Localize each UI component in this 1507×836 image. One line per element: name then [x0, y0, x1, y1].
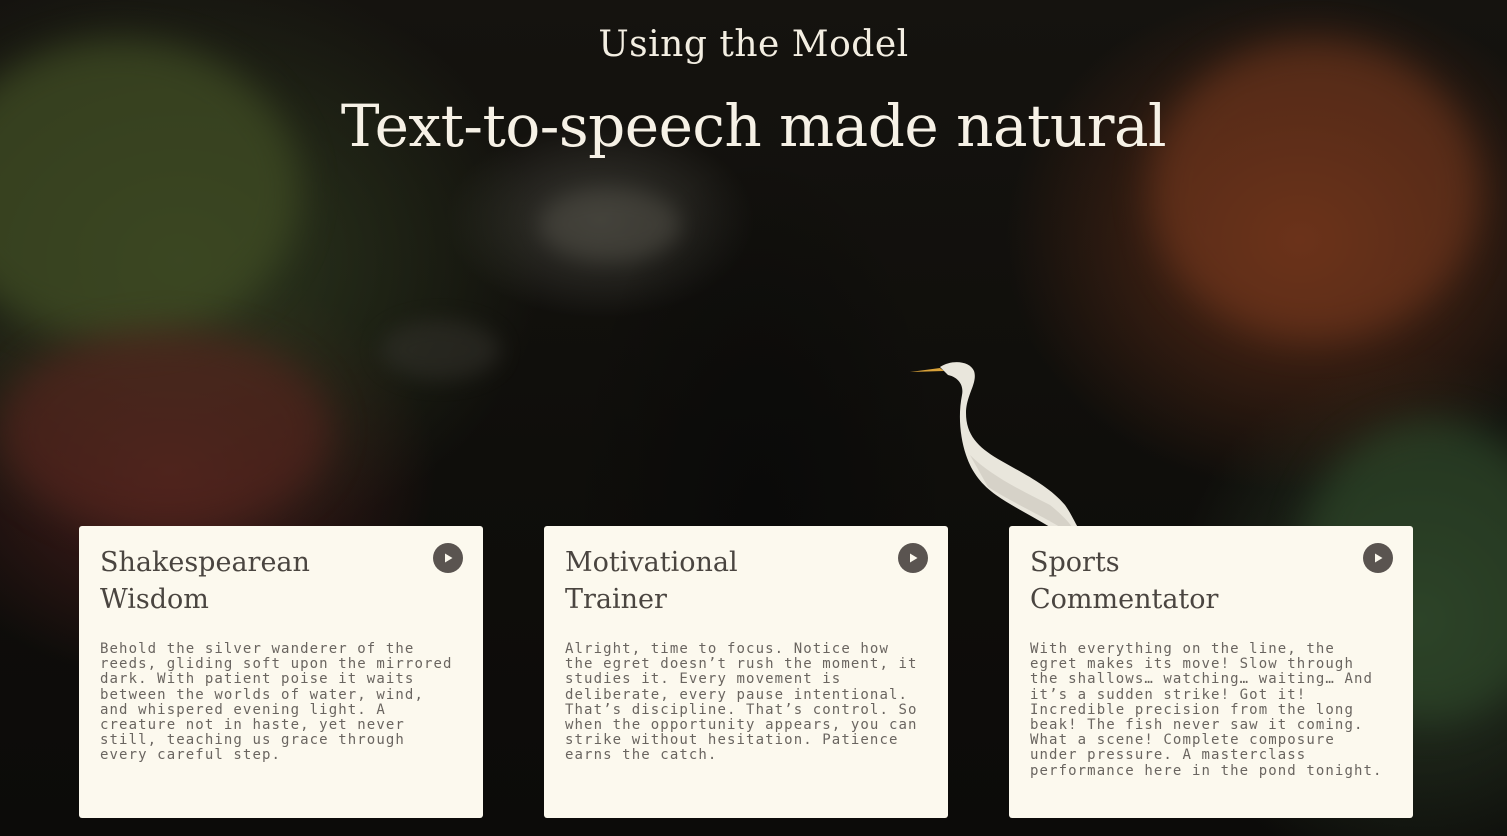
voice-card-sports: Sports Commentator With everything on th…	[1009, 526, 1413, 818]
play-button[interactable]	[898, 543, 928, 573]
foliage-decoration	[0, 330, 330, 530]
rock-decoration	[540, 190, 680, 260]
play-button[interactable]	[1363, 543, 1393, 573]
play-icon	[445, 553, 453, 563]
play-icon	[910, 553, 918, 563]
card-title: Motivational Trainer	[565, 547, 738, 615]
voice-card-shakespearean: Shakespearean Wisdom Behold the silver w…	[79, 526, 483, 818]
hero-section: Using the Model Text-to-speech made natu…	[0, 0, 1507, 836]
foliage-decoration	[0, 40, 300, 340]
foliage-decoration	[1150, 40, 1480, 340]
rock-decoration	[380, 320, 500, 380]
voice-card-motivational: Motivational Trainer Alright, time to fo…	[544, 526, 948, 818]
egret-illustration	[910, 362, 1078, 527]
card-title: Sports Commentator	[1030, 547, 1219, 615]
card-sample-text: Behold the silver wanderer of the reeds,…	[100, 641, 453, 764]
play-button[interactable]	[433, 543, 463, 573]
section-eyebrow: Using the Model	[598, 24, 909, 65]
card-title: Shakespearean Wisdom	[100, 547, 310, 615]
card-sample-text: With everything on the line, the egret m…	[1030, 641, 1383, 779]
play-icon	[1375, 553, 1383, 563]
card-sample-text: Alright, time to focus. Notice how the e…	[565, 641, 918, 764]
section-headline: Text-to-speech made natural	[340, 92, 1167, 160]
